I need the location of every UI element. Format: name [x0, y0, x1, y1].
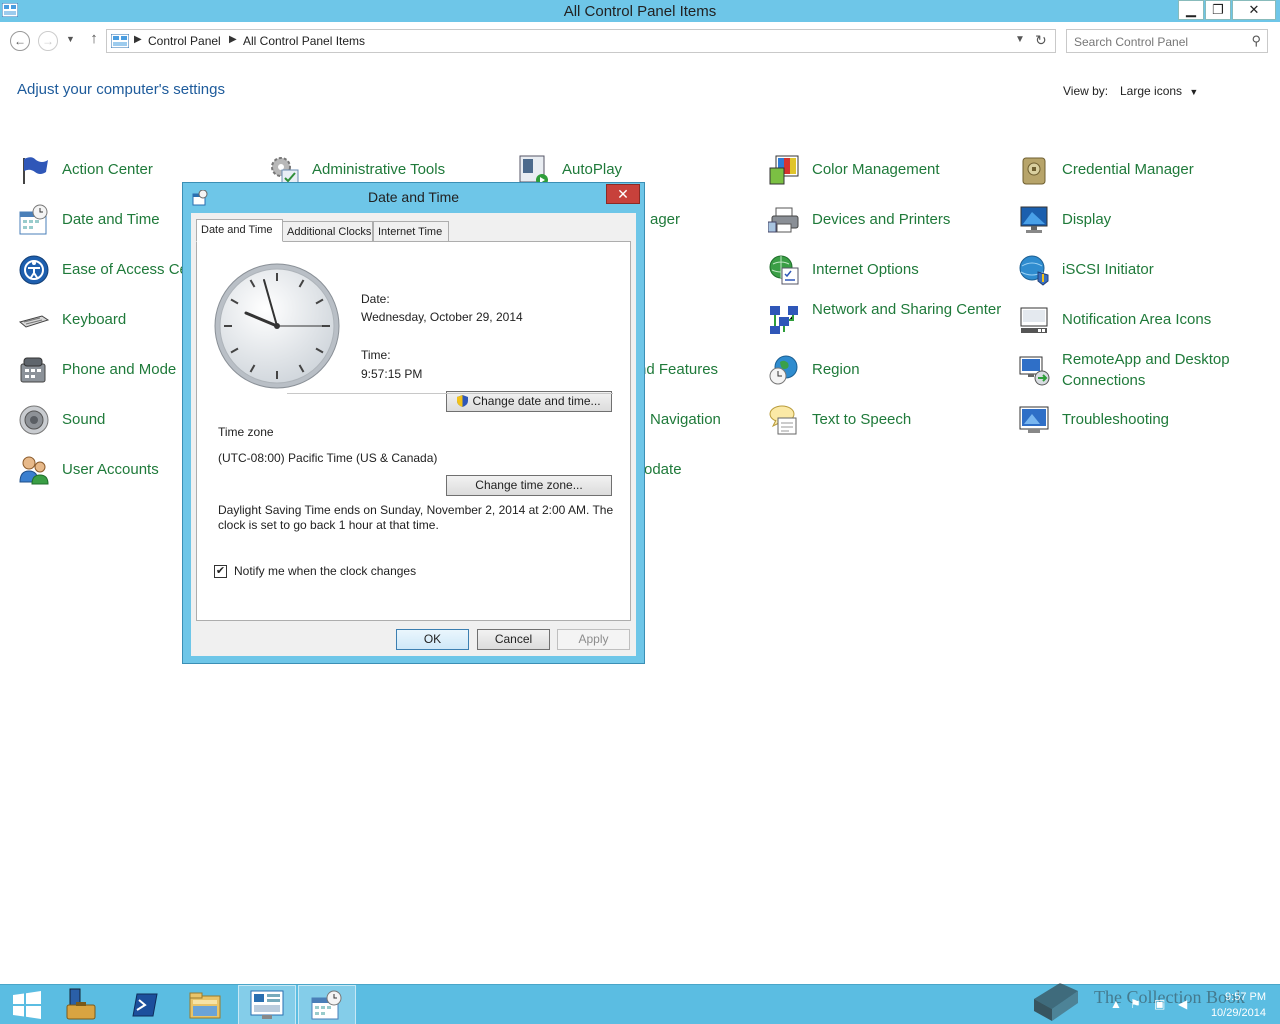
time-label: Time:: [361, 348, 391, 362]
color-management-icon: [769, 155, 799, 185]
taskbar-powershell[interactable]: [116, 985, 174, 1024]
view-by-label: View by:: [1063, 84, 1109, 98]
arrow-right-icon: →: [42, 34, 54, 48]
change-date-time-label: Change date and time...: [472, 394, 601, 408]
notify-checkbox[interactable]: ✔: [214, 565, 227, 578]
ok-button[interactable]: OK: [396, 629, 469, 650]
control-panel-icon: [111, 34, 129, 48]
change-time-zone-button[interactable]: Change time zone...: [446, 475, 612, 496]
iscsi-icon: [1019, 255, 1049, 286]
region-icon: [769, 355, 798, 385]
dialog-title: Date and Time: [367, 189, 460, 205]
tab-panel: Date: Wednesday, October 29, 2014 Time: …: [196, 241, 631, 621]
breadcrumb-separator-icon[interactable]: ▶: [229, 34, 237, 45]
close-button[interactable]: ✕: [1232, 0, 1276, 20]
back-button[interactable]: ←: [10, 31, 30, 51]
uac-shield-icon: [457, 395, 469, 407]
notify-label[interactable]: Notify me when the clock changes: [234, 564, 416, 578]
search-input[interactable]: Search Control Panel ⚲: [1066, 29, 1268, 53]
ease-of-access-icon: [19, 255, 49, 285]
chevron-down-icon: ▼: [66, 34, 75, 44]
credential-manager-icon: [1022, 157, 1046, 185]
view-by-dropdown[interactable]: Large icons ▼: [1120, 84, 1198, 98]
network-icon: [770, 306, 798, 334]
speech-bubble-icon: [769, 405, 797, 435]
printer-icon: [768, 207, 799, 233]
up-button[interactable]: ↑: [86, 30, 102, 47]
taskbar-server-manager[interactable]: [58, 985, 116, 1024]
view-by-value: Large icons: [1120, 84, 1183, 98]
internet-options-icon: [769, 255, 799, 285]
arrow-up-icon: ↑: [90, 30, 98, 47]
server-manager-icon: [66, 988, 96, 1020]
time-zone-divider: [287, 393, 613, 394]
calendar-clock-icon: [19, 204, 48, 235]
remoteapp-icon: [1019, 356, 1050, 386]
maximize-button[interactable]: ❐: [1205, 0, 1231, 20]
search-icon[interactable]: ⚲: [1251, 33, 1261, 49]
dialog-body: Date and Time Additional Clocks Internet…: [191, 213, 636, 656]
start-button[interactable]: [0, 985, 58, 1024]
change-date-time-button[interactable]: Change date and time...: [446, 391, 612, 412]
arrow-left-icon: ←: [14, 34, 26, 48]
tab-internet-time[interactable]: Internet Time: [373, 221, 449, 242]
time-zone-heading: Time zone: [218, 425, 274, 439]
notification-icon: [1020, 307, 1048, 333]
time-value: 9:57:15 PM: [361, 367, 423, 381]
minimize-button[interactable]: ▁: [1178, 0, 1204, 20]
show-hidden-icons-icon[interactable]: ▲: [1110, 997, 1122, 1011]
users-icon: [19, 456, 49, 485]
dst-notice: Daylight Saving Time ends on Sunday, Nov…: [218, 503, 614, 532]
network-tray-icon[interactable]: ▣: [1154, 997, 1165, 1011]
speaker-icon: [19, 405, 49, 435]
date-time-dialog: Date and Time ✕ Date and Time Additional…: [182, 182, 645, 664]
refresh-icon[interactable]: ↻: [1035, 32, 1047, 49]
recent-locations-button[interactable]: ▼: [66, 34, 75, 44]
address-bar[interactable]: ▶ Control Panel ▶ All Control Panel Item…: [106, 29, 1056, 53]
action-center-flag-icon[interactable]: ⚑: [1130, 997, 1141, 1011]
date-value: Wednesday, October 29, 2014: [361, 310, 523, 324]
phone-modem-icon: [20, 357, 46, 383]
date-label: Date:: [361, 292, 390, 306]
analog-clock-icon: [214, 263, 340, 389]
taskbar: The Collection Book ▲ ⚑ ▣ ◀ 9:57 PM 10/2…: [0, 983, 1280, 1024]
taskbar-date-time[interactable]: [298, 985, 356, 1024]
chevron-down-icon: ▼: [1189, 87, 1199, 97]
search-placeholder: Search Control Panel: [1074, 35, 1189, 49]
taskbar-clock-time[interactable]: 9:57 PM: [1208, 991, 1266, 1003]
tab-date-and-time[interactable]: Date and Time: [196, 219, 283, 242]
windows-logo-icon: [13, 991, 41, 1019]
folder-icon: [189, 992, 221, 1019]
keyboard-icon: [18, 315, 50, 328]
calendar-clock-icon: [311, 990, 342, 1020]
apply-button[interactable]: Apply: [557, 629, 630, 650]
window-titlebar: All Control Panel Items ▁ ❐ ✕: [0, 0, 1280, 22]
powershell-icon: [132, 993, 158, 1017]
taskbar-clock-date[interactable]: 10/29/2014: [1200, 1007, 1266, 1019]
dialog-close-button[interactable]: ✕: [606, 184, 640, 204]
time-zone-value: (UTC-08:00) Pacific Time (US & Canada): [218, 451, 438, 465]
book-logo-icon: [1034, 983, 1078, 1021]
taskbar-file-explorer[interactable]: [176, 985, 234, 1024]
taskbar-control-panel[interactable]: [238, 985, 296, 1024]
volume-muted-icon[interactable]: ◀: [1178, 997, 1187, 1011]
flag-icon: [23, 157, 48, 184]
control-panel-icon: [250, 990, 284, 1019]
troubleshooting-icon: [1019, 406, 1049, 433]
cancel-button[interactable]: Cancel: [477, 629, 550, 650]
window-title: All Control Panel Items: [563, 3, 717, 20]
monitor-icon: [1020, 206, 1048, 233]
breadcrumb-separator-icon[interactable]: ▶: [134, 34, 142, 45]
breadcrumb-all-items[interactable]: All Control Panel Items: [243, 34, 365, 48]
page-heading: Adjust your computer's settings: [17, 81, 225, 98]
tab-additional-clocks[interactable]: Additional Clocks: [282, 221, 373, 242]
chevron-down-icon[interactable]: ▼: [1015, 34, 1025, 45]
forward-button[interactable]: →: [38, 31, 58, 51]
breadcrumb-control-panel[interactable]: Control Panel: [148, 34, 221, 48]
